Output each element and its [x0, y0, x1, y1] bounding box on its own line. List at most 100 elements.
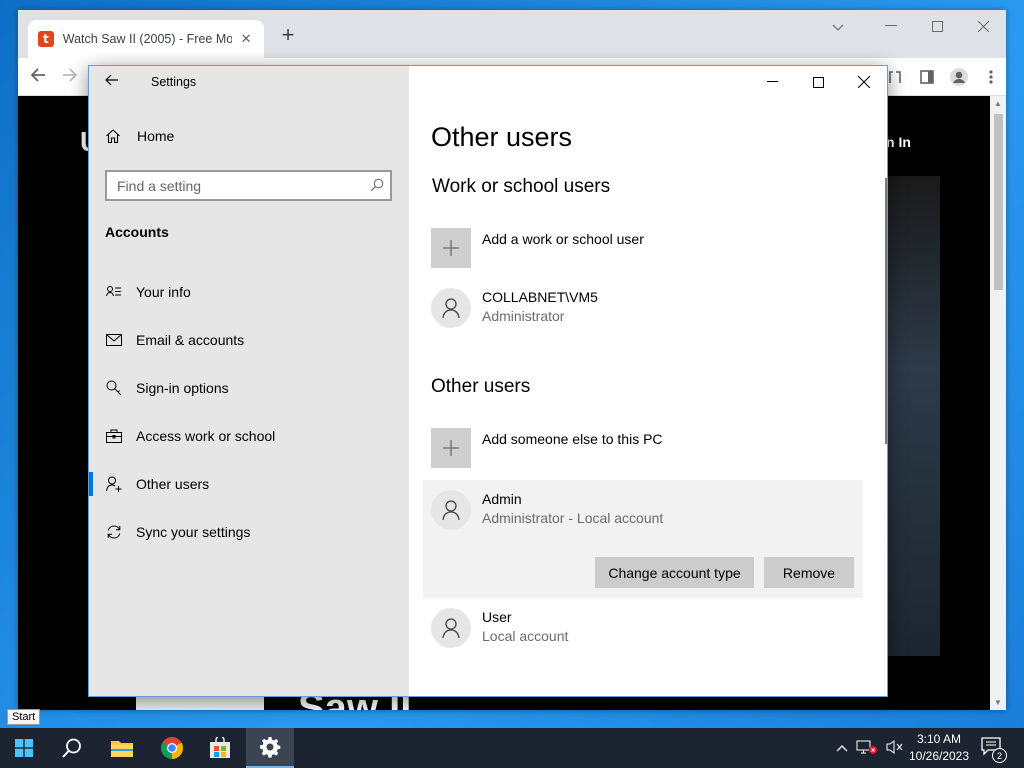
- network-disconnected-icon[interactable]: [856, 739, 878, 758]
- key-icon: [105, 379, 123, 397]
- chrome-taskbar-button[interactable]: [148, 728, 196, 768]
- add-work-school-user-label: Add a work or school user: [482, 231, 644, 247]
- briefcase-icon: [105, 427, 123, 445]
- back-arrow-icon[interactable]: [30, 66, 46, 89]
- user-role: Local account: [482, 628, 569, 644]
- sync-icon: [105, 523, 123, 541]
- close-icon[interactable]: [960, 10, 1006, 42]
- home-nav-item[interactable]: Home: [105, 128, 174, 144]
- sidebar-item-email-accounts[interactable]: Email & accounts: [89, 316, 409, 364]
- home-icon: [105, 128, 121, 144]
- menu-kebab-icon[interactable]: [978, 64, 1004, 90]
- close-icon[interactable]: [841, 66, 887, 98]
- tab-close-icon[interactable]: ✕: [238, 31, 254, 47]
- settings-window: Settings Home Accounts Your info: [88, 65, 888, 697]
- sidebar-item-your-info[interactable]: Your info: [89, 268, 409, 316]
- movie-poster-image: [136, 696, 264, 710]
- sidebar-item-sync-settings[interactable]: Sync your settings: [89, 508, 409, 556]
- user-row-collabnet-vm5[interactable]: COLLABNET\VM5 Administrator: [431, 288, 598, 328]
- sidebar-item-sign-in-options[interactable]: Sign-in options: [89, 364, 409, 412]
- toolbar-right-icons: [882, 64, 1004, 90]
- minimize-icon[interactable]: [868, 10, 914, 42]
- microsoft-store-button[interactable]: [196, 728, 244, 768]
- user-name: Admin: [482, 491, 522, 507]
- app-title: Settings: [151, 75, 197, 89]
- tab-search-icon[interactable]: [826, 16, 850, 40]
- search-icon[interactable]: [370, 178, 384, 192]
- file-explorer-button[interactable]: [98, 728, 146, 768]
- start-tooltip: Start: [7, 709, 41, 725]
- chrome-window-controls: [868, 10, 1006, 42]
- chrome-tab-strip: t Watch Saw II (2005) - Free Movie ✕ +: [18, 10, 1006, 58]
- accounts-nav-list: Your info Email & accounts Sign-in optio…: [89, 268, 409, 556]
- search-icon: [62, 738, 81, 758]
- store-bag-icon: [210, 737, 230, 758]
- maximize-icon[interactable]: [914, 10, 960, 42]
- new-tab-button[interactable]: +: [276, 24, 300, 46]
- plus-icon: [431, 228, 471, 268]
- clock-date: 10/26/2023: [908, 749, 970, 763]
- scroll-up-icon[interactable]: ▲: [994, 99, 1002, 108]
- user-avatar-icon: [431, 608, 471, 648]
- side-panel-icon[interactable]: [914, 64, 940, 90]
- user-name: User: [482, 609, 512, 625]
- start-button[interactable]: [0, 728, 48, 768]
- page-sign-in-link[interactable]: n In: [886, 134, 911, 150]
- user-role: Administrator: [482, 308, 565, 324]
- volume-muted-icon[interactable]: [886, 739, 904, 758]
- add-someone-else-button[interactable]: Add someone else to this PC: [431, 428, 663, 468]
- forward-arrow-icon[interactable]: [62, 66, 78, 89]
- change-account-type-button[interactable]: Change account type: [595, 557, 754, 588]
- clock-time: 3:10 AM: [916, 732, 962, 746]
- plus-icon: [431, 428, 471, 468]
- settings-window-controls: [749, 66, 887, 98]
- taskbar: 3:10 AM 10/26/2023 2: [0, 728, 1024, 768]
- settings-content-pane: Other users Work or school users Add a w…: [409, 66, 887, 696]
- mail-icon: [105, 331, 123, 349]
- user-avatar-icon: [431, 288, 471, 328]
- system-tray: [836, 728, 904, 768]
- user-row-user[interactable]: User Local account: [431, 608, 568, 648]
- sidebar-item-label: Sync your settings: [136, 524, 251, 540]
- content-scrollbar[interactable]: [885, 178, 887, 444]
- user-row-admin[interactable]: Admin Administrator - Local account: [431, 490, 663, 530]
- back-arrow-icon[interactable]: [105, 73, 125, 91]
- sidebar-item-label: Your info: [136, 284, 191, 300]
- scrollbar-thumb[interactable]: [994, 114, 1003, 290]
- sidebar-item-label: Other users: [136, 476, 210, 492]
- chevron-up-icon[interactable]: [836, 741, 848, 755]
- folder-icon: [111, 741, 133, 757]
- remove-user-button[interactable]: Remove: [764, 557, 854, 588]
- system-clock[interactable]: 3:10 AM 10/26/2023: [906, 731, 972, 765]
- settings-title-bar: Settings: [89, 66, 409, 98]
- site-favicon-icon: t: [38, 31, 54, 47]
- sidebar-item-access-work-school[interactable]: Access work or school: [89, 412, 409, 460]
- sidebar-item-label: Sign-in options: [136, 380, 229, 396]
- maximize-icon[interactable]: [795, 66, 841, 98]
- user-role: Administrator - Local account: [482, 510, 664, 526]
- user-avatar-icon: [431, 490, 471, 530]
- person-card-icon: [105, 283, 123, 301]
- settings-sidebar: Settings Home Accounts Your info: [89, 66, 409, 696]
- user-name: COLLABNET\VM5: [482, 289, 598, 305]
- profile-avatar-icon[interactable]: [946, 64, 972, 90]
- taskbar-search-button[interactable]: [48, 728, 96, 768]
- page-scrollbar[interactable]: ▲ ▼: [990, 96, 1006, 710]
- gear-icon: [260, 737, 281, 758]
- minimize-icon[interactable]: [749, 66, 795, 98]
- search-input[interactable]: [117, 177, 357, 194]
- browser-tab[interactable]: t Watch Saw II (2005) - Free Movie ✕: [28, 20, 264, 58]
- home-label: Home: [137, 128, 175, 144]
- sidebar-item-label: Email & accounts: [136, 332, 245, 348]
- work-school-users-heading: Work or school users: [432, 176, 611, 197]
- add-work-school-user-button[interactable]: Add a work or school user: [431, 228, 644, 268]
- settings-search-box[interactable]: [105, 170, 392, 201]
- tab-title: Watch Saw II (2005) - Free Movie: [62, 32, 233, 46]
- settings-taskbar-button[interactable]: [246, 728, 294, 768]
- other-users-heading: Other users: [431, 376, 531, 397]
- sidebar-item-label: Access work or school: [136, 428, 276, 444]
- windows-logo-icon: [15, 739, 33, 757]
- add-someone-else-label: Add someone else to this PC: [482, 431, 663, 447]
- sidebar-item-other-users[interactable]: Other users: [89, 460, 409, 508]
- scroll-down-icon[interactable]: ▼: [994, 698, 1002, 707]
